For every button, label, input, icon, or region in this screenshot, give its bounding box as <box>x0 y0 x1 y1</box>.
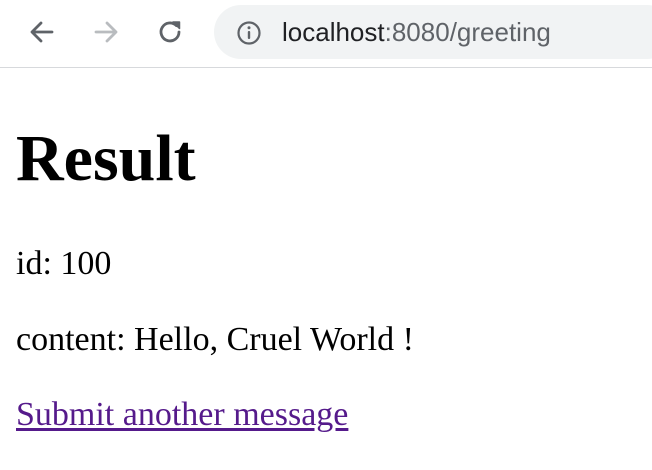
id-line: id: 100 <box>16 244 111 284</box>
address-bar[interactable]: localhost:8080/greeting <box>214 5 652 59</box>
browser-toolbar: localhost:8080/greeting <box>0 0 652 68</box>
forward-button[interactable] <box>88 14 124 50</box>
arrow-right-icon <box>94 21 118 43</box>
submit-another-message-link[interactable]: Submit another message <box>16 395 348 435</box>
reload-icon <box>159 21 181 43</box>
reload-button[interactable] <box>152 14 188 50</box>
content-label: content: <box>16 321 126 358</box>
arrow-left-icon <box>30 21 54 43</box>
id-label: id: <box>16 245 52 282</box>
content-value: Hello, Cruel World ! <box>134 321 414 358</box>
back-button[interactable] <box>24 14 60 50</box>
url-host: localhost <box>282 17 385 47</box>
url-text[interactable]: localhost:8080/greeting <box>282 18 551 46</box>
id-value: 100 <box>60 245 112 282</box>
content-line: content: Hello, Cruel World ! <box>16 320 414 360</box>
page-title: Result <box>16 122 196 195</box>
info-icon[interactable] <box>236 20 262 46</box>
url-path: :8080/greeting <box>384 17 551 47</box>
